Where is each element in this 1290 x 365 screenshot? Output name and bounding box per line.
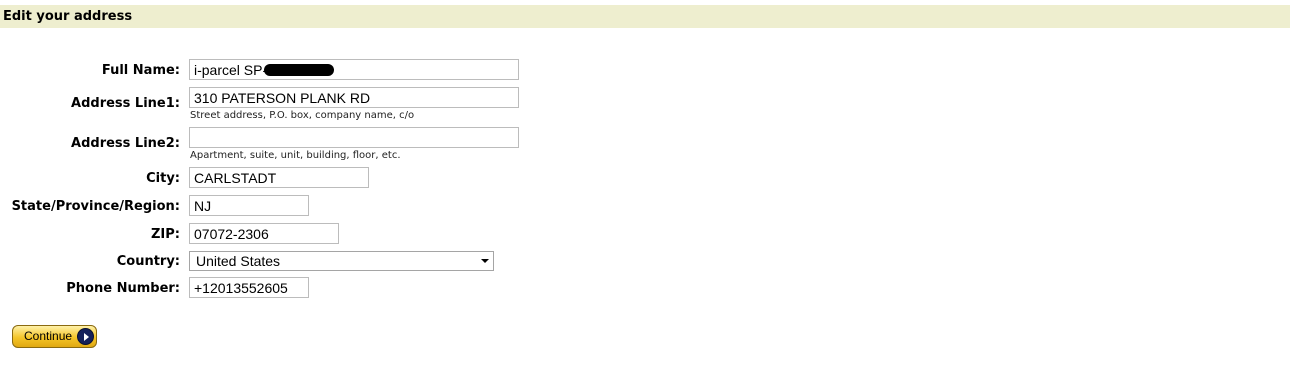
phone-number-field[interactable] <box>189 277 309 298</box>
state-field[interactable] <box>189 195 309 216</box>
zip-field[interactable] <box>189 223 339 244</box>
arrow-right-circle-icon <box>77 328 94 345</box>
page-title: Edit your address <box>3 9 133 24</box>
address-line1-hint: Street address, P.O. box, company name, … <box>190 110 415 121</box>
chevron-down-icon[interactable] <box>481 259 489 263</box>
address-line1-label: Address Line1: <box>71 96 180 111</box>
city-field[interactable] <box>189 167 369 188</box>
country-label: Country: <box>116 254 180 269</box>
continue-button[interactable]: Continue <box>12 325 97 348</box>
country-select-value: United States <box>196 253 281 269</box>
redaction-mark <box>264 64 334 76</box>
section-header: Edit your address <box>0 5 1290 28</box>
address-line2-field[interactable] <box>189 127 519 148</box>
address-line2-label: Address Line2: <box>71 136 180 151</box>
country-select[interactable]: United States <box>189 251 494 271</box>
continue-button-label: Continue <box>24 329 73 343</box>
full-name-field[interactable] <box>189 59 519 80</box>
city-label: City: <box>146 171 180 186</box>
phone-number-label: Phone Number: <box>66 281 180 296</box>
full-name-label: Full Name: <box>101 63 180 78</box>
address-line2-hint: Apartment, suite, unit, building, floor,… <box>190 150 401 161</box>
address-line1-field[interactable] <box>189 87 519 108</box>
state-label: State/Province/Region: <box>11 199 180 214</box>
zip-label: ZIP: <box>151 227 180 242</box>
